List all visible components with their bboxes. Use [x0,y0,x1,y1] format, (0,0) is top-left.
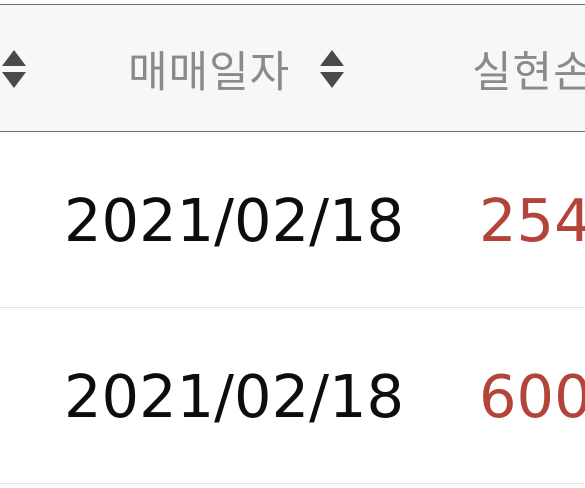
column-header-trade-date[interactable]: 매매일자 [128,5,345,131]
table-header: 매매일자 실현손 [0,4,585,132]
sort-icon[interactable] [2,48,26,90]
trade-date-cell: 2021/02/18 [64,361,405,431]
column-header-realized-profit[interactable]: 실현손 [472,5,585,131]
trade-date-cell: 2021/02/18 [64,185,405,255]
table-row[interactable]: 2021/02/18 254 [0,132,585,308]
column-header-label: 실현손 [472,48,585,98]
table-row[interactable]: 2021/02/18 600 [0,308,585,484]
trade-history-table: 매매일자 실현손 2021/02/18 254 2021/02/18 600 [0,0,585,488]
sort-icon[interactable] [320,48,345,90]
realized-profit-cell: 254 [479,185,585,255]
realized-profit-cell: 600 [479,361,585,431]
column-header-label: 매매일자 [128,48,291,98]
